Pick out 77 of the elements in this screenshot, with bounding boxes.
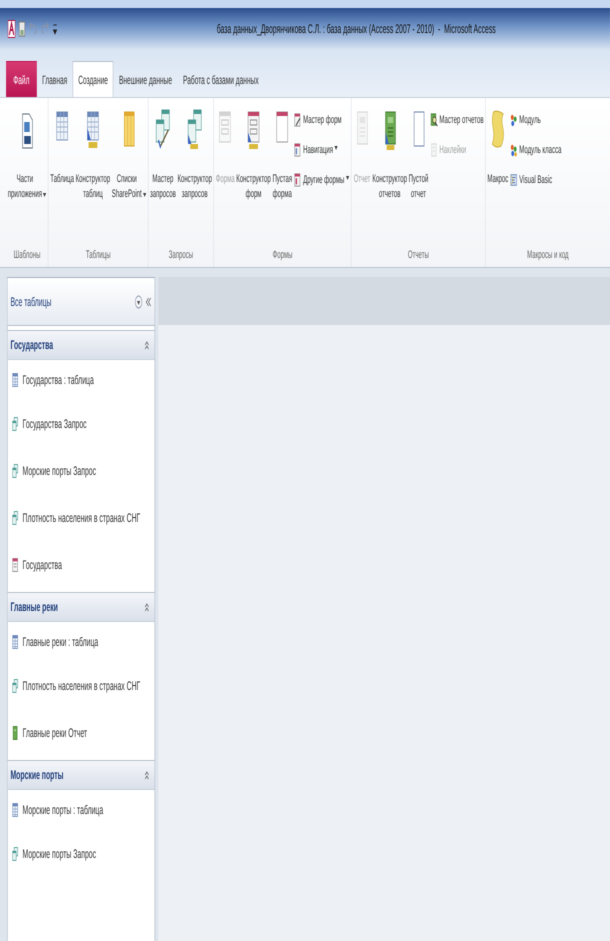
table-icon [12,372,18,388]
ribbon-button[interactable]: Конструктор отчетов [372,102,408,245]
ribbon-button[interactable]: Модуль класса [509,140,562,160]
dropdown-icon [43,192,46,197]
group-label: Шаблоны [12,248,42,263]
table-icon [12,634,18,650]
ribbon-button[interactable]: Пустой отчет [408,102,429,245]
ribbon-button[interactable]: Другие формы [293,170,350,190]
group-label: Таблицы [84,248,112,263]
ribbon-button[interactable]: Списки SharePoint [111,102,147,245]
report-icon [12,724,18,740]
object-item[interactable]: Главные реки : таблица [8,622,155,662]
customize-icon[interactable] [52,22,58,36]
object-item[interactable]: Морские порты Запрос [8,830,155,877]
module-icon [510,112,518,128]
object-item[interactable]: Государства [8,541,155,588]
magnifier-icon [430,112,438,128]
ribbon-button[interactable]: Макрос [486,102,509,245]
code-icon [510,172,518,188]
collapse-icon[interactable] [146,296,152,306]
module-icon [510,142,518,158]
window-title: база данных_Дворянчикова С.Л. : база данных (Access 2007 - 2010) - Microsoft Access [216,22,496,36]
object-item[interactable]: Государства : таблица [8,360,155,400]
ribbon-tab[interactable]: Создание [72,61,114,97]
ribbon-button[interactable]: Части приложения [7,102,47,245]
query-icon [12,510,18,526]
ribbon-button[interactable]: Таблица [50,102,75,245]
chevron-icon [144,770,150,780]
dropdown-icon[interactable] [134,294,142,308]
ribbon-button[interactable]: Мастер форм [293,110,350,130]
query-icon [12,416,18,432]
ribbon-button[interactable]: Visual Basic [509,170,562,190]
group-header[interactable]: Морские порты [8,760,155,790]
ribbon-button[interactable]: Конструктор форм [236,102,272,245]
dropdown-icon [346,176,350,180]
query-icon [12,462,18,478]
dropdown-icon [334,146,338,150]
ribbon-button[interactable]: Конструктор запросов [176,102,212,245]
group-label: Запросы [168,248,194,263]
group-label: Макросы и код [526,248,570,263]
ribbon-button[interactable]: Модуль [509,110,562,130]
object-item[interactable]: Главные реки Отчет [8,709,155,756]
group-title: Государства [10,338,54,352]
query-icon [12,678,18,694]
ribbon-tab[interactable]: Главная [36,61,73,97]
label-icon [430,142,438,158]
object-item[interactable]: Плотность населения в странах СНГ [8,494,155,541]
ribbon-button[interactable]: Мастер запросов [149,102,176,245]
object-item[interactable]: Морские порты : таблица [8,790,155,830]
object-item[interactable]: Морские порты Запрос [8,447,155,494]
group-header[interactable]: Главные реки [8,592,155,622]
ribbon-tab[interactable]: Работа с базами данных [178,61,264,97]
ribbon-button[interactable]: Мастер отчетов [429,110,484,130]
form-icon [294,142,302,158]
table-icon [12,802,18,818]
ribbon-tab[interactable]: Внешние данные [113,61,178,97]
chevron-icon [144,602,150,612]
form-icon [12,556,18,572]
ribbon-button[interactable]: Навигация [293,140,350,160]
group-title: Главные реки [10,600,58,614]
form-icon [294,172,302,188]
group-title: Морские порты [10,768,64,782]
ribbon-button[interactable]: Пустая форма [272,102,293,245]
group-label: Отчеты [406,248,430,263]
object-item[interactable]: Государства Запрос [8,400,155,447]
dropdown-icon [142,192,146,197]
query-icon [12,846,18,862]
chevron-icon [144,340,150,350]
table-ruler-icon [186,108,204,152]
group-header[interactable]: Государства [8,330,155,360]
app-icon[interactable] [8,20,16,38]
file-tab[interactable]: Файл [6,61,37,97]
ribbon-button[interactable]: Конструктор таблиц [75,102,111,245]
save-icon[interactable] [18,21,26,37]
group-label: Формы [272,248,294,263]
form-wand-icon [294,112,302,128]
object-item[interactable]: Плотность населения в странах СНГ [8,662,155,709]
